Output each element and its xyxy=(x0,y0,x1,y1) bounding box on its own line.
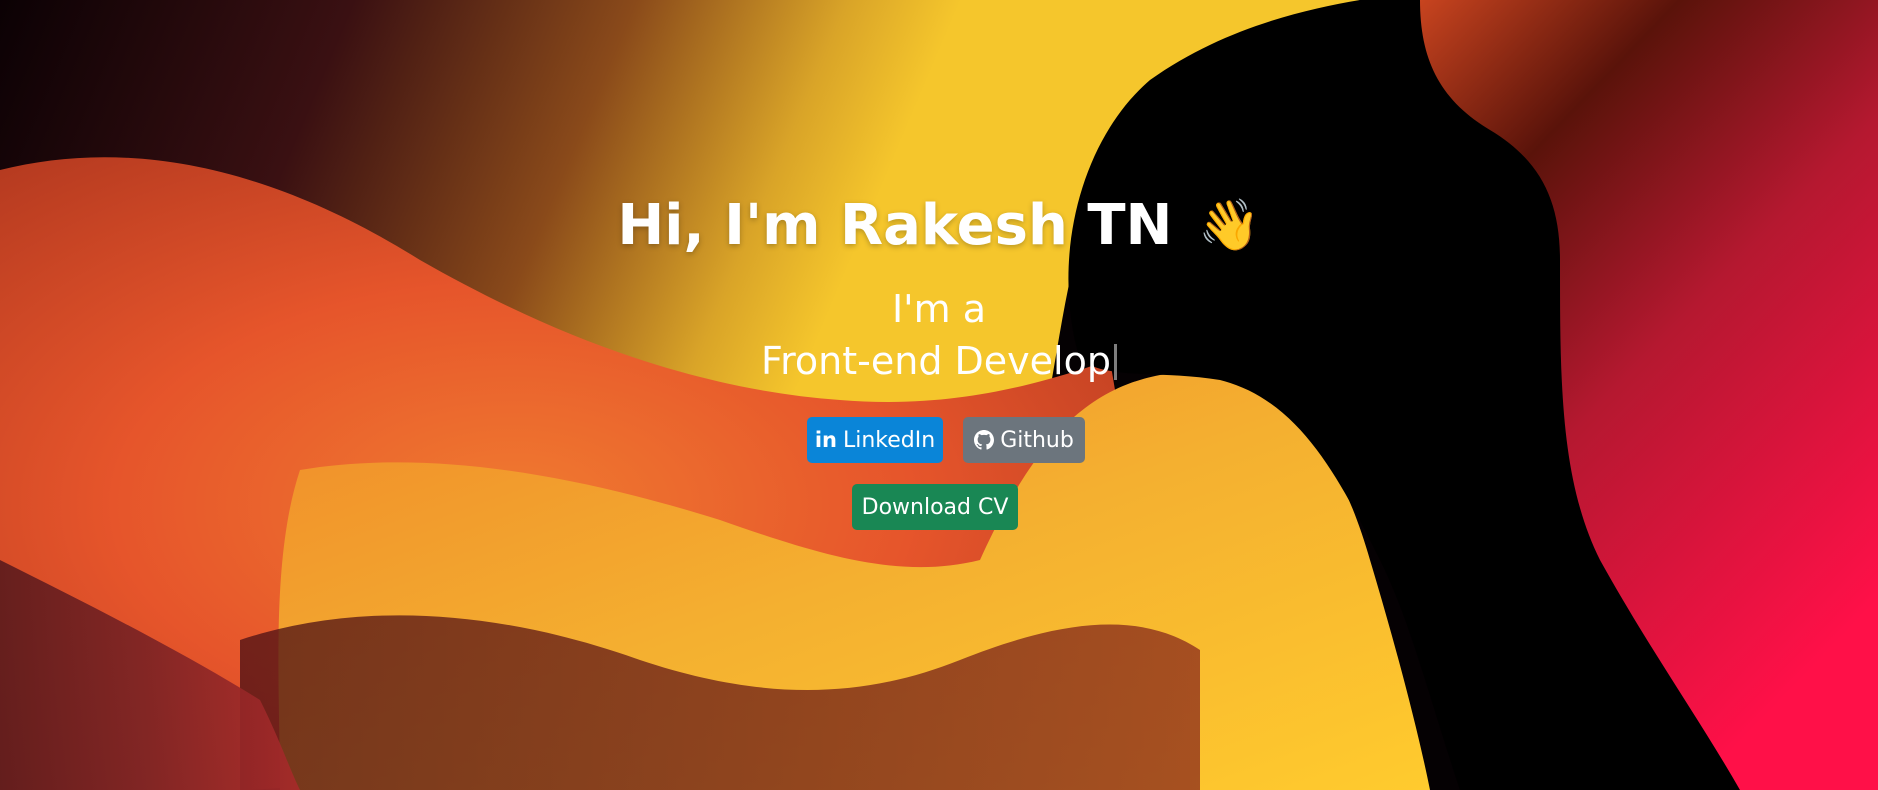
github-button[interactable]: Github xyxy=(963,417,1085,463)
intro-text: I'm a xyxy=(891,287,987,331)
github-label: Github xyxy=(1000,427,1074,453)
waving-hand-icon: 👋 xyxy=(1198,195,1261,254)
greeting-heading: Hi, I'm Rakesh TN 👋 xyxy=(0,192,1878,263)
hero-content: Hi, I'm Rakesh TN 👋 I'm a Front-end Devel… xyxy=(0,0,1878,790)
greeting-text: Hi, I'm Rakesh TN xyxy=(617,193,1173,258)
social-buttons: in LinkedIn Github xyxy=(0,417,1878,463)
linkedin-button[interactable]: in LinkedIn xyxy=(807,417,943,463)
typing-cursor xyxy=(1113,343,1117,380)
linkedin-icon: in xyxy=(814,428,837,452)
typed-role-text: Front-end Develop xyxy=(761,339,1111,383)
download-cv-label: Download CV xyxy=(861,494,1009,520)
hero-section: Hi, I'm Rakesh TN 👋 I'm a Front-end Devel… xyxy=(0,0,1878,790)
github-icon xyxy=(974,430,995,450)
download-cv-button[interactable]: Download CV xyxy=(852,484,1018,530)
linkedin-label: LinkedIn xyxy=(842,427,936,453)
typed-role-line: Front-end Develop xyxy=(0,338,1878,384)
